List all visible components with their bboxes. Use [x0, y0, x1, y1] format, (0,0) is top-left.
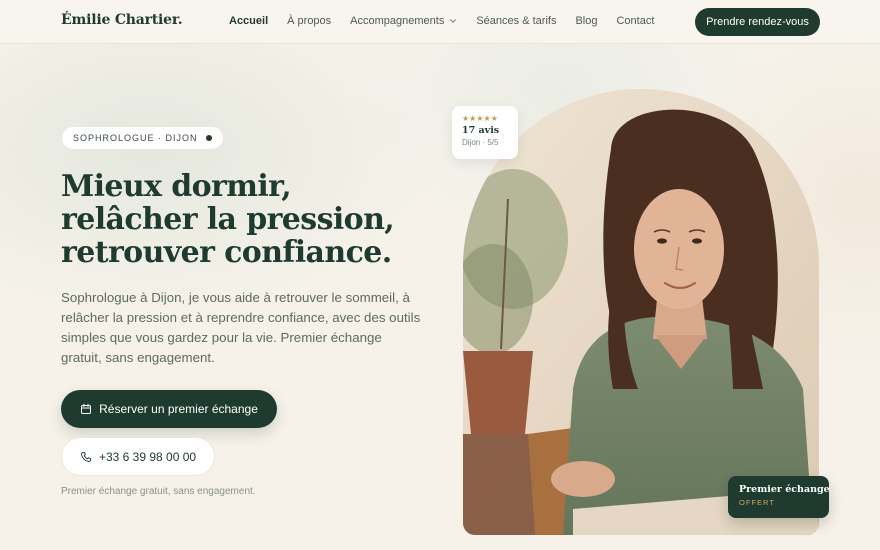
nav-item-accueil[interactable]: Accueil — [229, 15, 268, 27]
offer-subtitle: OFFERT — [739, 498, 775, 507]
offer-card: Premier échange OFFERT — [728, 476, 830, 518]
phone-button-label: +33 6 39 98 00 00 — [98, 449, 197, 464]
nav-item-seances-tarifs[interactable]: Séances & tarifs — [476, 15, 556, 27]
calendar-icon — [81, 403, 92, 414]
free-session-note: Premier échange gratuit, sans engagement… — [61, 486, 256, 497]
rating-location: Dijon · 5/5 — [462, 138, 499, 147]
nav-item-contact[interactable]: Contact — [616, 15, 654, 27]
nav-label: Contact — [616, 15, 655, 27]
portrait-illustration — [463, 89, 819, 535]
portrait-photo — [463, 89, 819, 535]
nav-label: Blog — [575, 15, 598, 27]
nav-item-accompagnements[interactable]: Accompagnements — [350, 15, 457, 27]
review-count: 17 avis — [462, 125, 500, 136]
profession-badge: SOPHROLOGUE · DIJON — [61, 126, 224, 150]
offer-title: Premier échange — [739, 484, 830, 495]
chevron-down-icon — [450, 19, 457, 23]
main-nav: Accueil À propos Accompagnements Séances… — [229, 15, 673, 27]
phone-icon — [81, 451, 91, 462]
nav-label: Séances & tarifs — [476, 15, 557, 27]
rating-card: ★★★★★ 17 avis Dijon · 5/5 — [452, 106, 518, 159]
star-rating-icon: ★★★★★ — [462, 114, 498, 123]
phone-button[interactable]: +33 6 39 98 00 00 — [61, 437, 215, 476]
nav-item-a-propos[interactable]: À propos — [287, 15, 331, 27]
badge-label: SOPHROLOGUE · DIJON — [73, 133, 198, 143]
book-appointment-button[interactable]: Prendre rendez-vous — [695, 8, 820, 36]
nav-label: Accueil — [229, 15, 269, 27]
hero-lead: Sophrologue à Dijon, je vous aide à retr… — [61, 290, 421, 365]
site-header: Émilie Chartier. Accueil À propos Accomp… — [0, 0, 880, 44]
nav-item-blog[interactable]: Blog — [575, 15, 597, 27]
nav-label: À propos — [287, 15, 332, 27]
reserve-first-session-button[interactable]: Réserver un premier échange — [61, 390, 277, 428]
reserve-button-label: Réserver un premier échange — [99, 402, 258, 416]
hero-headline: Mieux dormir, relâcher la pression, retr… — [61, 169, 395, 270]
brand-logo[interactable]: Émilie Chartier. — [61, 12, 183, 28]
status-dot — [205, 135, 212, 141]
nav-label: Accompagnements — [350, 15, 445, 27]
